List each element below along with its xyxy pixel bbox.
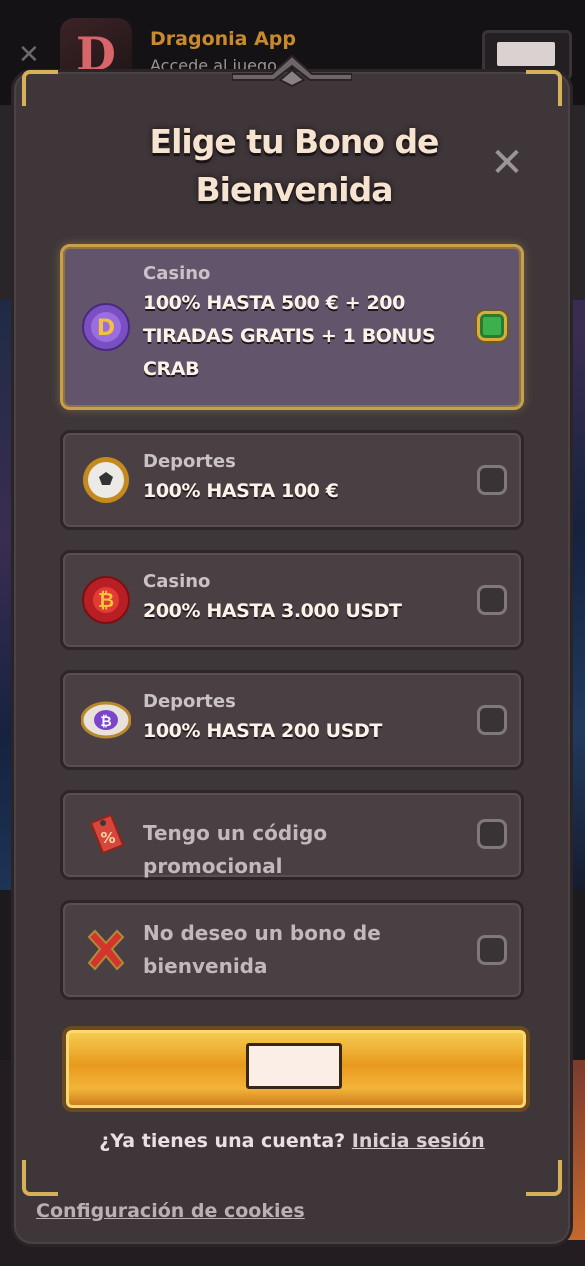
option-checkbox[interactable]: [477, 585, 507, 615]
option-checkbox-checked[interactable]: [477, 311, 507, 341]
option-category: Casino: [143, 263, 211, 284]
corner-ornament: [22, 70, 58, 106]
login-prompt: ¿Ya tienes una cuenta? Inicia sesión: [14, 1130, 570, 1152]
bonus-option-promo-code[interactable]: % Tengo un código promocional: [60, 790, 524, 880]
option-label: Tengo un código promocional: [143, 821, 328, 878]
svg-text:D: D: [97, 316, 115, 341]
promo-tag-icon: %: [89, 813, 125, 855]
svg-text:₿: ₿: [100, 714, 111, 730]
corner-ornament: [22, 1160, 58, 1196]
option-label: No deseo un bono de bienvenida: [143, 921, 381, 978]
option-offer: 200% HASTA 3.000 USDT: [143, 600, 402, 622]
option-offer: 100% HASTA 200 USDT: [143, 720, 382, 742]
banner-app-title: Dragonia App: [150, 28, 296, 50]
corner-ornament: [526, 70, 562, 106]
bitcoin-football-icon: ₿: [81, 701, 131, 739]
dragonia-coin-icon: D: [82, 303, 130, 351]
bonus-options-list: D Casino 100% HASTA 500 € + 200 TIRADAS …: [60, 244, 524, 1020]
crest-ornament-icon: [232, 54, 352, 88]
bitcoin-chip-icon: ₿: [82, 576, 130, 624]
close-icon[interactable]: ✕: [488, 143, 526, 183]
continue-button-label: [246, 1043, 342, 1089]
option-offer: 100% HASTA 500 € + 200 TIRADAS GRATIS + …: [143, 292, 436, 380]
option-category: Deportes: [143, 451, 236, 472]
banner-close-icon[interactable]: ✕: [18, 40, 40, 70]
svg-text:₿: ₿: [98, 588, 114, 612]
red-x-icon: [87, 929, 125, 971]
login-prompt-text: ¿Ya tienes una cuenta?: [99, 1130, 346, 1152]
svg-text:%: %: [100, 829, 115, 847]
bonus-option-no-bonus[interactable]: No deseo un bono de bienvenida: [60, 900, 524, 1000]
option-category: Deportes: [143, 691, 236, 712]
option-checkbox[interactable]: [477, 819, 507, 849]
login-link[interactable]: Inicia sesión: [352, 1130, 485, 1152]
option-checkbox[interactable]: [477, 705, 507, 735]
welcome-bonus-modal: Elige tu Bono de Bienvenida ✕ D Casino 1…: [14, 54, 570, 1244]
option-checkbox[interactable]: [477, 935, 507, 965]
bonus-option-sports-100[interactable]: Deportes 100% HASTA 100 €: [60, 430, 524, 530]
option-offer: 100% HASTA 100 €: [143, 480, 339, 502]
soccer-ball-icon: [83, 457, 129, 503]
bonus-option-casino-500[interactable]: D Casino 100% HASTA 500 € + 200 TIRADAS …: [60, 244, 524, 410]
bonus-option-casino-usdt[interactable]: ₿ Casino 200% HASTA 3.000 USDT: [60, 550, 524, 650]
continue-button[interactable]: [62, 1026, 530, 1112]
modal-title: Elige tu Bono de Bienvenida: [149, 122, 440, 209]
option-checkbox[interactable]: [477, 465, 507, 495]
option-category: Casino: [143, 571, 211, 592]
corner-ornament: [526, 1160, 562, 1196]
bonus-option-sports-usdt[interactable]: ₿ Deportes 100% HASTA 200 USDT: [60, 670, 524, 770]
cookie-settings-link[interactable]: Configuración de cookies: [36, 1200, 305, 1222]
